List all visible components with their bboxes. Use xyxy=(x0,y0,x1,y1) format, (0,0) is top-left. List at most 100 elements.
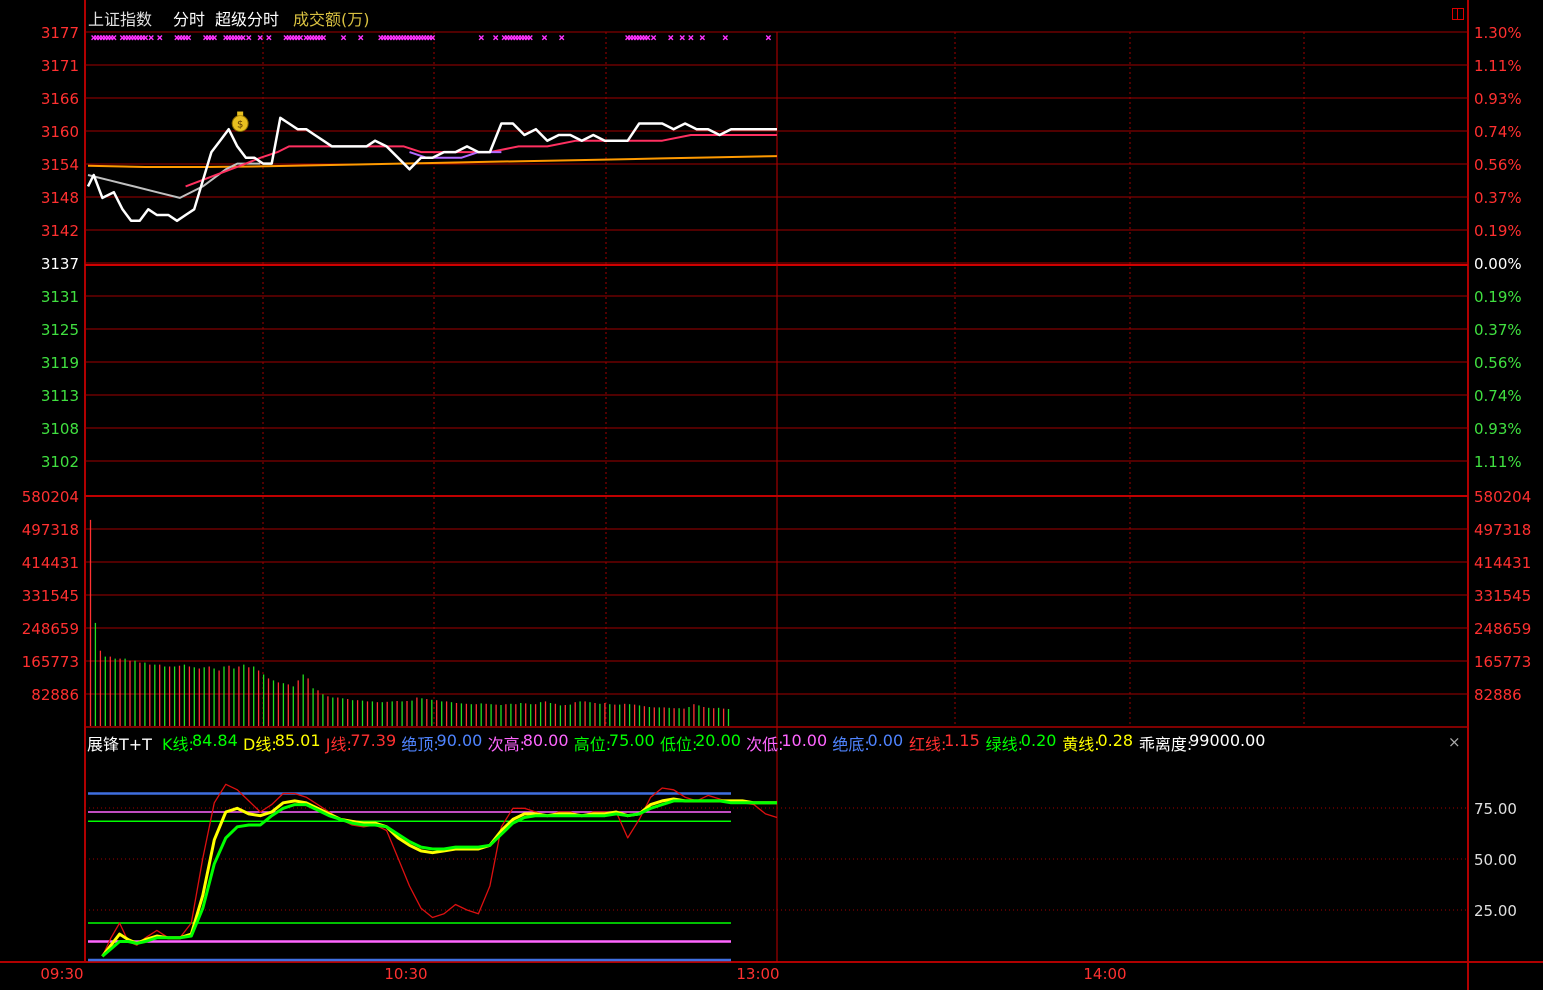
volume-tick-label: 248659 xyxy=(22,620,79,638)
volume-tick-label: 165773 xyxy=(22,653,79,671)
indicator-value: 85.01 xyxy=(274,731,321,750)
indicator-panel xyxy=(88,783,778,962)
signal-marker xyxy=(148,35,154,41)
signal-marker xyxy=(266,35,272,41)
signal-marker xyxy=(257,35,263,41)
indicator-value: 99000.00 xyxy=(1189,731,1266,750)
time-tick-label: 13:00 xyxy=(736,965,779,983)
volume-tick-label-right: 248659 xyxy=(1474,620,1531,638)
price-tick-label: 3131 xyxy=(41,288,79,306)
percent-tick-label: 0.93% xyxy=(1474,420,1522,438)
indicator-label: 乖离度: xyxy=(1138,735,1193,754)
volume-tick-label: 82886 xyxy=(31,686,79,704)
percent-tick-label: 0.93% xyxy=(1474,90,1522,108)
volume-tick-label: 331545 xyxy=(22,587,79,605)
right-axis: 1.30% 1.11% 0.93% 0.74% 0.56% 0.37% 0.19% 0.00%… xyxy=(1474,24,1531,920)
left-axis: 3177 3171 3166 3160 3154 3148 3142 3137 3131 3125… xyxy=(22,24,79,704)
time-tick-label: 14:00 xyxy=(1083,965,1126,983)
indicator-value: 80.00 xyxy=(522,731,569,750)
indicator-value: 1.15 xyxy=(944,731,980,750)
indicator-label: 次高: xyxy=(487,735,525,754)
indicator-name: 展锋T+T xyxy=(87,735,152,754)
time-tick-label: 10:30 xyxy=(384,965,427,983)
indicator-label: 绿线: xyxy=(985,735,1024,754)
volume-tick-label-right: 82886 xyxy=(1474,686,1522,704)
signal-marker xyxy=(211,35,218,41)
signal-marker xyxy=(142,35,149,41)
percent-tick-label: 1.30% xyxy=(1474,24,1522,42)
percent-tick-label: 0.19% xyxy=(1474,222,1522,240)
volume-unit-label: 成交额(万) xyxy=(293,10,370,29)
volume-tick-label-right: 580204 xyxy=(1474,488,1531,506)
signal-marker xyxy=(650,35,657,41)
indicator-tick-label: 25.00 xyxy=(1474,902,1517,920)
indicator-value: 77.39 xyxy=(350,731,397,750)
percent-tick-label: 0.56% xyxy=(1474,354,1522,372)
indicator-tick-label: 75.00 xyxy=(1474,800,1517,818)
intraday-chart[interactable]: 3177 3171 3166 3160 3154 3148 3142 3137 3131 3125… xyxy=(0,0,1543,990)
volume-panel xyxy=(89,519,730,726)
signal-marker xyxy=(111,35,117,41)
percent-tick-label: 0.74% xyxy=(1474,123,1522,141)
price-tick-label: 3148 xyxy=(41,189,79,207)
time-axis: 09:30 10:30 13:00 14:00 xyxy=(40,965,1126,983)
price-series-price xyxy=(86,116,777,223)
indicator-label: 绝顶: xyxy=(401,735,439,754)
signal-marker xyxy=(240,35,246,41)
time-tick-label: 09:30 xyxy=(40,965,83,983)
signal-marker xyxy=(320,35,327,41)
indicator-label: 绝底: xyxy=(832,735,870,754)
maximize-icon[interactable] xyxy=(1452,8,1464,20)
money-bag-neck xyxy=(237,111,244,116)
indicator-value: 0.20 xyxy=(1020,731,1057,750)
signal-marker xyxy=(722,35,729,41)
indicator-label: 黄线: xyxy=(1062,735,1100,754)
signal-marker xyxy=(297,35,304,41)
price-tick-label: 3137 xyxy=(41,255,79,273)
indicator-label: K线: xyxy=(162,735,194,754)
indicator-value: 20.00 xyxy=(695,731,741,750)
percent-tick-label: 1.11% xyxy=(1474,453,1522,471)
price-tick-label: 3154 xyxy=(41,156,79,174)
tab-intraday[interactable]: 分时 xyxy=(173,6,205,30)
instrument-title: 上证指数 xyxy=(88,10,153,29)
price-tick-label: 3113 xyxy=(41,387,79,405)
signal-marker xyxy=(185,35,192,41)
signal-marker xyxy=(478,35,484,41)
price-series-average-red xyxy=(185,134,777,188)
tab-super-intraday[interactable]: 超级分时 xyxy=(215,6,279,30)
money-bag-icon: $ xyxy=(231,111,249,133)
percent-tick-label: 0.37% xyxy=(1474,189,1522,207)
indicator-value: 10.00 xyxy=(781,731,828,750)
signal-marker xyxy=(558,35,565,41)
price-tick-label: 3142 xyxy=(41,222,79,240)
signal-marker xyxy=(157,35,163,41)
chart-frame xyxy=(0,0,1543,990)
indicator-label: 红线: xyxy=(909,735,947,754)
close-icon[interactable]: × xyxy=(1448,733,1461,751)
indicator-label: 低位: xyxy=(659,735,698,754)
price-tick-label: 3108 xyxy=(41,420,79,438)
volume-tick-label: 580204 xyxy=(22,488,79,506)
signal-marker xyxy=(668,35,674,41)
signal-marker xyxy=(246,35,252,41)
indicator-value: 84.84 xyxy=(191,731,238,750)
indicator-value: 75.00 xyxy=(608,731,655,750)
price-tick-label: 3125 xyxy=(41,321,79,339)
indicator-series-k xyxy=(101,799,777,958)
indicator-label: 高位: xyxy=(573,735,612,754)
signal-marker xyxy=(765,35,772,41)
signal-marker xyxy=(340,35,347,41)
indicator-label: 次低: xyxy=(746,735,784,754)
percent-tick-label: 0.74% xyxy=(1474,387,1522,405)
indicator-value: 0.00 xyxy=(867,731,904,750)
price-tick-label: 3166 xyxy=(41,90,79,108)
signal-marker xyxy=(358,35,364,41)
percent-tick-label: 0.37% xyxy=(1474,321,1522,339)
percent-tick-label: 0.19% xyxy=(1474,288,1522,306)
price-tick-label: 3102 xyxy=(41,453,79,471)
price-tick-label: 3119 xyxy=(41,354,79,372)
percent-tick-label: 0.56% xyxy=(1474,156,1522,174)
volume-tick-label-right: 497318 xyxy=(1474,521,1531,539)
indicator-value: 90.00 xyxy=(436,731,483,750)
